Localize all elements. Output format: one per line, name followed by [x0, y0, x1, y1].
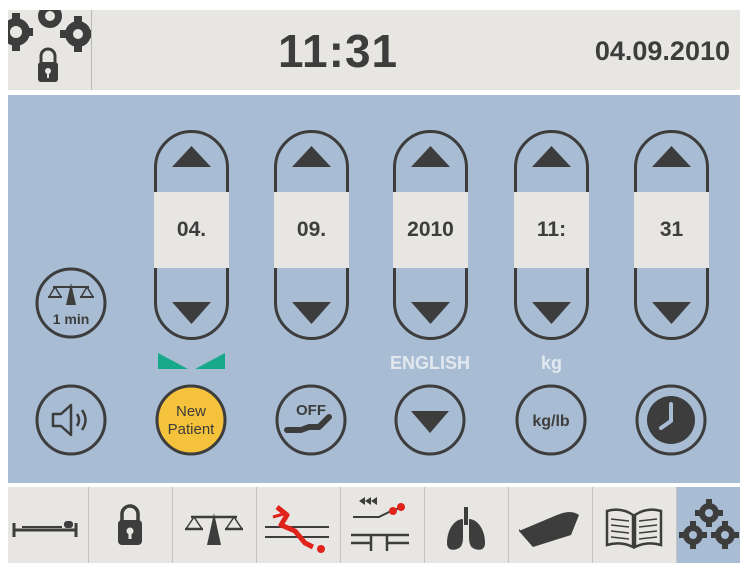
- unit-caption: kg: [540, 353, 562, 373]
- lungs-icon: [447, 507, 485, 550]
- tab-mattress[interactable]: [509, 487, 593, 563]
- day-up-button[interactable]: [154, 130, 229, 190]
- book-icon: [605, 508, 663, 550]
- tab-lungs[interactable]: [425, 487, 509, 563]
- bed-patient-icon: [12, 521, 78, 537]
- screen: 11:31 04.09.2010 04. 09. 2010 11: 31 1 m…: [0, 0, 748, 563]
- header-bar: 11:31 04.09.2010: [0, 4, 740, 90]
- bed-off-button[interactable]: OFF: [273, 382, 349, 458]
- minute-up-button[interactable]: [634, 130, 709, 190]
- day-spinner: 04.: [154, 130, 229, 340]
- minute-spinner: 31: [634, 130, 709, 340]
- tab-bed-patient[interactable]: [8, 487, 89, 563]
- off-label: OFF: [296, 402, 326, 419]
- unit-toggle-label: kg/lb: [532, 413, 570, 430]
- current-date: 04.09.2010: [594, 36, 730, 66]
- new-patient-button[interactable]: New Patient: [153, 382, 229, 458]
- tab-manual[interactable]: [593, 487, 677, 563]
- tab-lock[interactable]: [89, 487, 173, 563]
- tab-scale[interactable]: [173, 487, 257, 563]
- gears-icon: [679, 499, 739, 549]
- language-dropdown-button[interactable]: [392, 382, 468, 458]
- tab-bed-position[interactable]: [257, 487, 341, 563]
- new-patient-indicator-icon: [158, 353, 225, 369]
- language-caption: ENGLISH: [389, 353, 470, 373]
- scale-icon: 1 min: [35, 267, 107, 339]
- day-down-button[interactable]: [154, 280, 229, 340]
- month-value: 09.: [274, 192, 349, 268]
- bed-position-red-icon: [265, 505, 329, 553]
- tab-settings[interactable]: [677, 487, 740, 563]
- chevron-down-icon: [394, 384, 466, 456]
- year-value: 2010: [393, 192, 468, 268]
- hour-down-button[interactable]: [514, 280, 589, 340]
- current-time: 11:31: [278, 25, 399, 77]
- sound-button[interactable]: [33, 382, 109, 458]
- speaker-icon: [35, 384, 107, 456]
- day-value: 04.: [154, 192, 229, 268]
- minute-value: 31: [634, 192, 709, 268]
- scale-icon: [185, 513, 243, 545]
- scale-1min-button[interactable]: 1 min: [33, 265, 109, 341]
- year-up-button[interactable]: [393, 130, 468, 190]
- month-up-button[interactable]: [274, 130, 349, 190]
- padlock-icon: [118, 504, 142, 545]
- month-down-button[interactable]: [274, 280, 349, 340]
- year-down-button[interactable]: [393, 280, 468, 340]
- clock-button[interactable]: [633, 382, 709, 458]
- scale-time-label: 1 min: [53, 311, 90, 327]
- unit-toggle-button[interactable]: kg/lb: [513, 382, 589, 458]
- mattress-icon: [519, 512, 579, 547]
- footer-tabbar: [8, 487, 740, 563]
- new-patient-label-line2: Patient: [168, 421, 216, 438]
- clock-icon: [635, 384, 707, 456]
- minute-down-button[interactable]: [634, 280, 709, 340]
- new-patient-label-line1: New: [176, 403, 206, 420]
- hour-up-button[interactable]: [514, 130, 589, 190]
- settings-lock-icon[interactable]: [0, 4, 96, 90]
- tab-bed-exit[interactable]: [341, 487, 425, 563]
- month-spinner: 09.: [274, 130, 349, 340]
- hour-value: 11:: [514, 192, 589, 268]
- hour-spinner: 11:: [514, 130, 589, 340]
- settings-panel: 04. 09. 2010 11: 31 1 min ENGLISH kg New…: [8, 95, 740, 483]
- bed-exit-icon: [351, 497, 409, 551]
- year-spinner: 2010: [393, 130, 468, 340]
